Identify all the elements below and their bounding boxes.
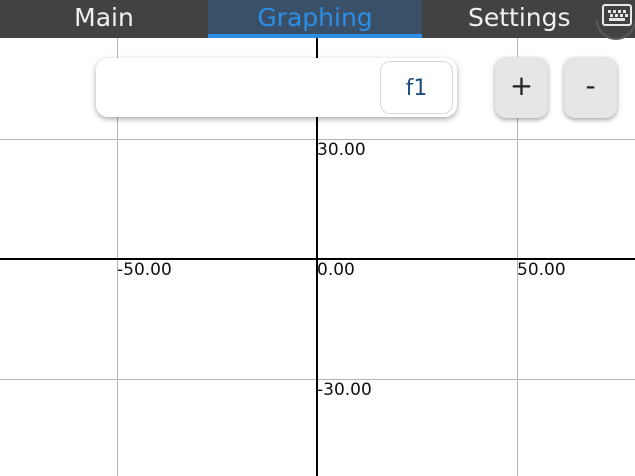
- y-tick-label-30: 30.00: [317, 140, 366, 160]
- keyboard-icon[interactable]: [602, 4, 632, 26]
- tab-main[interactable]: Main: [0, 0, 208, 38]
- plus-icon: +: [509, 69, 534, 102]
- function-name-button[interactable]: f1: [380, 61, 453, 114]
- minus-icon: -: [585, 69, 596, 102]
- function-name-label: f1: [405, 76, 428, 101]
- function-input[interactable]: [102, 64, 378, 113]
- zoom-out-button[interactable]: -: [564, 57, 617, 118]
- tab-graphing-label: Graphing: [257, 3, 373, 32]
- x-tick-label-0: 0.00: [317, 260, 355, 280]
- tab-settings-label: Settings: [468, 3, 571, 32]
- x-tick-label-50: 50.00: [517, 260, 566, 280]
- x-tick-label-neg50: -50.00: [117, 260, 172, 280]
- tab-main-label: Main: [74, 3, 134, 32]
- top-tab-bar: Main Graphing Settings: [0, 0, 635, 40]
- tab-graphing[interactable]: Graphing: [208, 0, 422, 38]
- zoom-in-button[interactable]: +: [495, 57, 548, 118]
- y-tick-label-neg30: -30.00: [317, 380, 372, 400]
